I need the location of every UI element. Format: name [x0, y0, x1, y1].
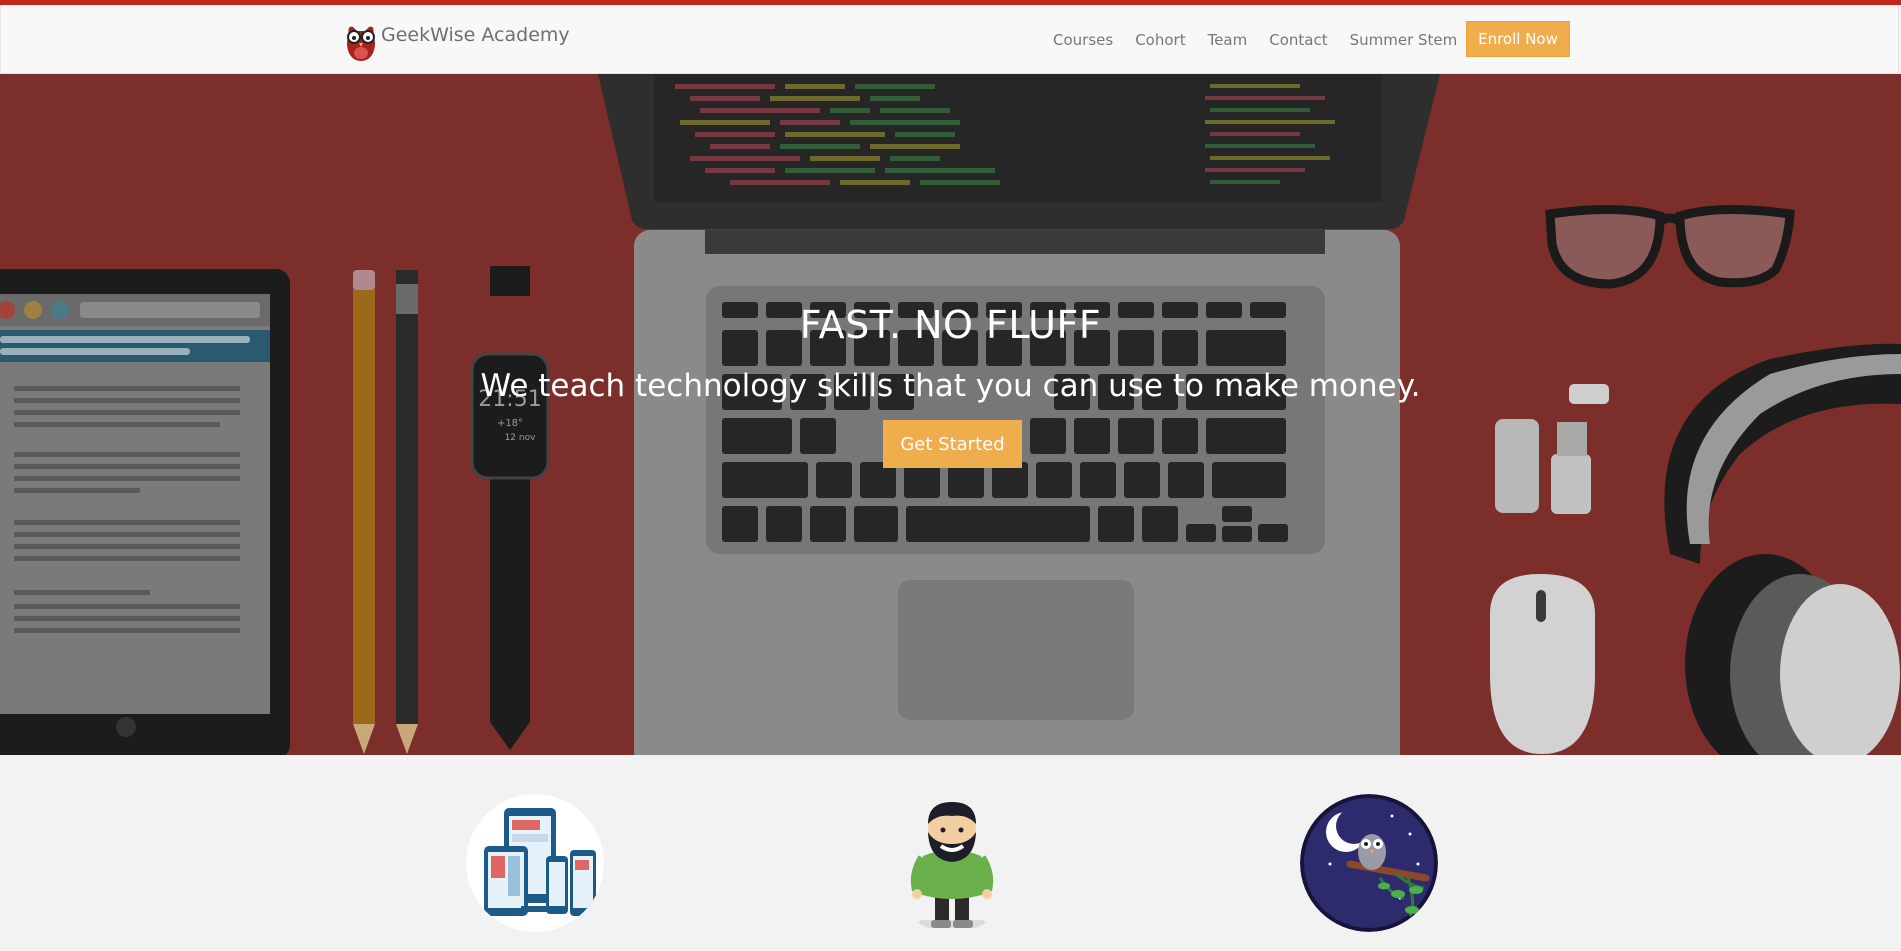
nav-link-cohort[interactable]: Cohort — [1135, 31, 1185, 49]
hero-subtitle: We teach technology skills that you can … — [480, 368, 1421, 404]
get-started-button[interactable]: Get Started — [883, 420, 1022, 468]
responsive-devices-icon — [466, 794, 604, 932]
enroll-now-button[interactable]: Enroll Now — [1466, 21, 1570, 57]
watch-date: 12 nov — [505, 433, 537, 443]
night-owl-icon — [1300, 794, 1438, 932]
brand-link[interactable]: GeekWise Academy — [343, 21, 570, 61]
hero-title: FAST. NO FLUFF — [799, 303, 1102, 347]
owl-glasses-icon — [347, 26, 375, 61]
brand-name: GeekWise Academy — [381, 24, 570, 46]
desk-illustration: 21:51 +18° 12 nov — [0, 74, 1901, 755]
nav-link-team[interactable]: Team — [1208, 31, 1248, 49]
bearded-man-icon — [910, 802, 994, 928]
watch-temp: +18° — [497, 418, 523, 429]
nav-links: Courses Cohort Team Contact Summer Stem — [1053, 5, 1479, 74]
nav-link-courses[interactable]: Courses — [1053, 31, 1113, 49]
hero-section: 21:51 +18° 12 nov FAST. NO FLUFF We teac… — [0, 74, 1901, 755]
nav-link-summer-stem[interactable]: Summer Stem — [1350, 31, 1458, 49]
features-section — [0, 755, 1901, 951]
nav-link-contact[interactable]: Contact — [1269, 31, 1327, 49]
navbar: GeekWise Academy Courses Cohort Team Con… — [0, 5, 1899, 74]
